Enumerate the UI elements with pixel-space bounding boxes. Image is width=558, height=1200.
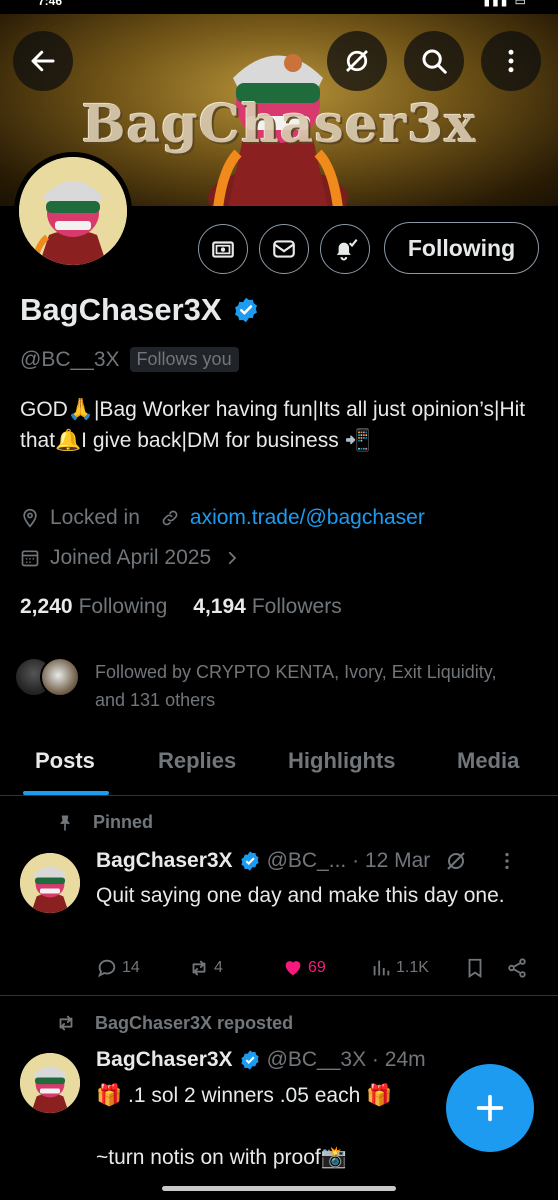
compose-plus-icon bbox=[476, 1094, 504, 1122]
profile-display-name: BagChaser3X bbox=[20, 292, 222, 327]
views-count: 1.1K bbox=[396, 959, 429, 976]
post-author-name[interactable]: BagChaser3X bbox=[96, 1048, 233, 1072]
pinned-label: Pinned bbox=[93, 812, 154, 832]
post-author-name[interactable]: BagChaser3X bbox=[96, 849, 233, 873]
post-divider bbox=[0, 995, 558, 996]
message-button[interactable] bbox=[259, 224, 309, 274]
repost-button[interactable]: 4 bbox=[188, 957, 223, 979]
reposted-label: BagChaser3X reposted bbox=[95, 1012, 294, 1033]
like-icon bbox=[285, 961, 301, 976]
grok-button[interactable] bbox=[327, 31, 387, 91]
post-header: BagChaser3X @BC__3X · 24m bbox=[96, 1048, 426, 1072]
post-meta: @BC_... · 12 Mar bbox=[266, 849, 431, 872]
post-author-avatar[interactable] bbox=[20, 853, 80, 913]
tab-posts[interactable]: Posts bbox=[35, 748, 95, 774]
status-bar: 7:46 ▮▮▮ ▭ bbox=[0, 0, 558, 14]
message-icon bbox=[273, 240, 295, 258]
banner-title: BagChaser3x bbox=[81, 94, 477, 155]
views-icon bbox=[373, 960, 390, 976]
post-header: BagChaser3X @BC_... · 12 Mar bbox=[96, 849, 518, 873]
link-icon bbox=[162, 510, 178, 526]
location-website-row: Locked in axiom.trade/@bagchaser bbox=[20, 506, 425, 530]
handle-row: @BC__3X Follows you bbox=[20, 347, 239, 372]
repost-count: 4 bbox=[214, 959, 223, 976]
follows-you-badge: Follows you bbox=[129, 347, 239, 372]
profile-bio: GOD🙏|Bag Worker having fun|Its all just … bbox=[20, 398, 526, 452]
followers-count: 4,194 bbox=[193, 595, 246, 618]
profile-joined-date: Joined April 2025 bbox=[50, 546, 212, 569]
post-context: BagChaser3X reposted bbox=[55, 1012, 293, 1034]
like-count: 69 bbox=[308, 959, 326, 976]
followers-label: Followers bbox=[251, 595, 342, 618]
home-indicator[interactable] bbox=[162, 1186, 396, 1191]
tip-jar-icon bbox=[212, 241, 234, 258]
followed-by-text[interactable]: Followed by CRYPTO KENTA, Ivory, Exit Li… bbox=[95, 658, 515, 714]
reply-count: 14 bbox=[122, 959, 140, 976]
back-button[interactable] bbox=[13, 31, 73, 91]
search-button[interactable] bbox=[404, 31, 464, 91]
bookmark-icon bbox=[468, 958, 482, 978]
status-time: 7:46 bbox=[38, 0, 63, 8]
profile-website-link[interactable]: axiom.trade/@bagchaser bbox=[190, 506, 425, 530]
following-label: Following bbox=[78, 595, 168, 618]
share-icon bbox=[508, 958, 526, 978]
back-arrow-icon bbox=[31, 50, 55, 72]
compose-button[interactable] bbox=[446, 1064, 534, 1152]
bookmark-button[interactable] bbox=[464, 957, 486, 979]
reply-icon bbox=[97, 959, 116, 978]
post-actions: 14 4 69 1.1K bbox=[96, 957, 536, 981]
location-icon bbox=[23, 508, 37, 528]
verified-badge-icon bbox=[240, 851, 259, 871]
search-icon bbox=[422, 49, 447, 74]
post-context: Pinned bbox=[55, 812, 153, 833]
status-icons: ▮▮▮ ▭ bbox=[483, 0, 528, 8]
tab-media[interactable]: Media bbox=[457, 748, 519, 774]
following-button[interactable]: Following bbox=[384, 222, 539, 274]
more-options-button[interactable] bbox=[481, 31, 541, 91]
profile-tabs: Posts Replies Highlights Media bbox=[0, 740, 558, 796]
following-count: 2,240 bbox=[20, 595, 73, 618]
notification-bell-icon bbox=[336, 239, 358, 261]
verified-badge-icon bbox=[240, 1050, 259, 1070]
tab-highlights[interactable]: Highlights bbox=[288, 748, 396, 774]
pin-icon bbox=[60, 815, 70, 830]
share-button[interactable] bbox=[506, 957, 528, 979]
more-vertical-icon[interactable] bbox=[496, 850, 518, 872]
followed-by-avatars[interactable] bbox=[14, 657, 80, 697]
post-text: Quit saying one day and make this day on… bbox=[96, 884, 505, 907]
follower-avatar bbox=[40, 657, 80, 697]
avatar-image bbox=[20, 853, 80, 913]
repost-icon bbox=[192, 960, 206, 976]
following-stat[interactable]: 2,240 Following bbox=[20, 595, 167, 619]
avatar-image bbox=[19, 157, 127, 265]
verified-badge-icon[interactable] bbox=[232, 296, 260, 324]
like-button[interactable]: 69 bbox=[282, 957, 326, 979]
tab-replies[interactable]: Replies bbox=[158, 748, 236, 774]
post-meta: @BC__3X · 24m bbox=[266, 1048, 426, 1071]
grok-icon[interactable] bbox=[444, 849, 468, 873]
repost-icon bbox=[59, 1015, 73, 1031]
profile-display-name-row: BagChaser3X bbox=[20, 292, 260, 328]
profile-avatar[interactable] bbox=[14, 152, 132, 270]
joined-row[interactable]: Joined April 2025 bbox=[20, 546, 251, 570]
notifications-button[interactable] bbox=[320, 224, 370, 274]
profile-handle: @BC__3X bbox=[20, 347, 120, 371]
more-vertical-icon bbox=[508, 49, 514, 73]
profile-location: Locked in bbox=[50, 506, 140, 529]
views-button[interactable]: 1.1K bbox=[370, 957, 429, 979]
active-tab-indicator bbox=[23, 791, 109, 795]
reply-button[interactable]: 14 bbox=[96, 957, 140, 979]
followers-stat[interactable]: 4,194 Followers bbox=[193, 595, 341, 619]
avatar-image bbox=[20, 1053, 80, 1113]
chevron-right-icon bbox=[228, 551, 237, 565]
post-author-avatar[interactable] bbox=[20, 1053, 80, 1113]
grok-icon bbox=[346, 50, 368, 72]
follow-stats: 2,240 Following 4,194 Followers bbox=[20, 595, 342, 619]
tip-button[interactable] bbox=[198, 224, 248, 274]
calendar-icon bbox=[21, 550, 39, 567]
